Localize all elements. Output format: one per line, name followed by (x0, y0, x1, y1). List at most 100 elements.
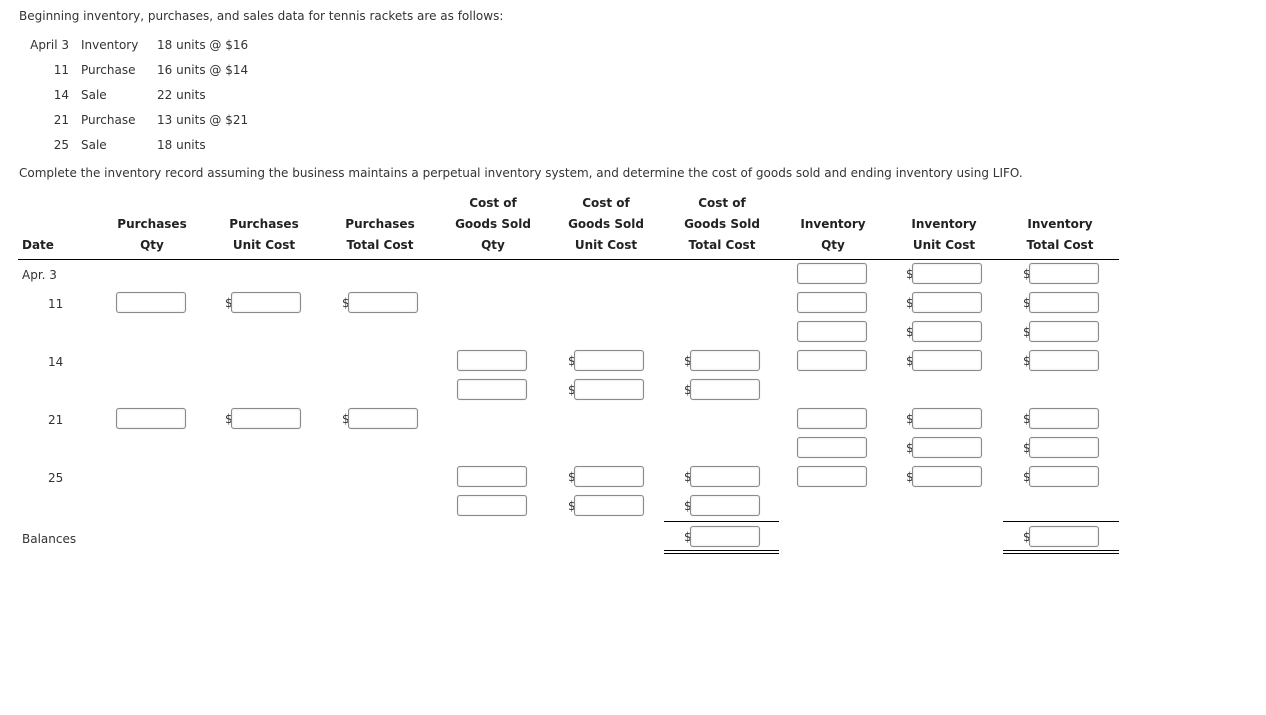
header-line: Total Cost (1026, 238, 1094, 252)
inventory-subtotal-rule (1003, 521, 1119, 522)
apr21-inventory-qty-input-2[interactable] (797, 437, 867, 458)
given-desc: 18 units @ $16 (157, 38, 249, 52)
apr11-inventory-unit-cost-input-2[interactable] (912, 321, 982, 342)
header-line: Cost of (698, 196, 746, 210)
header-line: Purchases (345, 217, 415, 231)
date-14: 14 (48, 355, 64, 369)
apr14-cogs-qty-input-1[interactable] (457, 350, 527, 371)
balance-cogs-total-input[interactable] (690, 526, 760, 547)
cogs-double-rule-bottom (664, 553, 779, 554)
given-type: Sale (81, 88, 107, 102)
apr3-inventory-unit-cost-input[interactable] (912, 263, 982, 284)
apr25-cogs-total-cost-input-2[interactable] (690, 495, 760, 516)
intro-text: Beginning inventory, purchases, and sale… (19, 9, 504, 23)
instruction-text: Complete the inventory record assuming t… (19, 166, 1023, 180)
header-line: Goods Sold (455, 217, 531, 231)
given-desc: 18 units (157, 138, 206, 152)
given-desc: 13 units @ $21 (157, 113, 249, 127)
date-11: 11 (48, 297, 64, 311)
apr21-inventory-total-cost-input-2[interactable] (1029, 437, 1099, 458)
inventory-double-rule-bottom (1003, 553, 1119, 554)
apr25-inventory-total-cost-input[interactable] (1029, 466, 1099, 487)
given-desc: 16 units @ $14 (157, 63, 249, 77)
apr21-inventory-total-cost-input-1[interactable] (1029, 408, 1099, 429)
apr21-inventory-unit-cost-input-2[interactable] (912, 437, 982, 458)
date-apr-3: Apr. 3 (22, 268, 57, 282)
apr25-cogs-unit-cost-input-1[interactable] (574, 466, 644, 487)
header-line: Unit Cost (912, 238, 976, 252)
header-line: Qty (481, 238, 505, 252)
header-line: Inventory (800, 217, 866, 231)
header-line: Goods Sold (684, 217, 760, 231)
header-line: Inventory (1027, 217, 1093, 231)
header-line: Qty (140, 238, 164, 252)
cogs-subtotal-rule (664, 521, 779, 522)
date-21: 21 (48, 413, 64, 427)
apr25-cogs-unit-cost-input-2[interactable] (574, 495, 644, 516)
header-cogs-total-cost: Cost of Goods Sold Total Cost (672, 193, 772, 256)
given-date: 11 (53, 63, 69, 77)
given-type: Sale (81, 138, 107, 152)
header-purchases-total-cost: Purchases Total Cost (330, 214, 430, 256)
header-line: Total Cost (346, 238, 414, 252)
apr11-inventory-qty-input-2[interactable] (797, 321, 867, 342)
apr21-inventory-qty-input-1[interactable] (797, 408, 867, 429)
balance-inventory-total-input[interactable] (1029, 526, 1099, 547)
apr14-inventory-total-cost-input[interactable] (1029, 350, 1099, 371)
header-line: Unit Cost (574, 238, 638, 252)
header-divider (18, 259, 1119, 260)
apr21-purchases-qty-input[interactable] (116, 408, 186, 429)
apr11-purchases-unit-cost-input[interactable] (231, 292, 301, 313)
apr3-inventory-qty-input[interactable] (797, 263, 867, 284)
apr25-inventory-unit-cost-input[interactable] (912, 466, 982, 487)
apr21-purchases-unit-cost-input[interactable] (231, 408, 301, 429)
apr25-cogs-qty-input-1[interactable] (457, 466, 527, 487)
apr14-cogs-total-cost-input-2[interactable] (690, 379, 760, 400)
given-type: Purchase (81, 113, 136, 127)
apr14-inventory-qty-input[interactable] (797, 350, 867, 371)
apr21-purchases-total-cost-input[interactable] (348, 408, 418, 429)
header-line: Total Cost (688, 238, 756, 252)
header-inventory-qty: Inventory Qty (783, 214, 883, 256)
apr21-inventory-unit-cost-input-1[interactable] (912, 408, 982, 429)
header-cogs-qty: Cost of Goods Sold Qty (443, 193, 543, 256)
header-line: Cost of (469, 196, 517, 210)
apr14-cogs-unit-cost-input-2[interactable] (574, 379, 644, 400)
given-date: 25 (53, 138, 69, 152)
header-line: Qty (821, 238, 845, 252)
apr25-inventory-qty-input[interactable] (797, 466, 867, 487)
header-inventory-unit-cost: Inventory Unit Cost (894, 214, 994, 256)
apr25-cogs-total-cost-input-1[interactable] (690, 466, 760, 487)
apr3-inventory-total-cost-input[interactable] (1029, 263, 1099, 284)
apr11-purchases-total-cost-input[interactable] (348, 292, 418, 313)
apr11-inventory-qty-input-1[interactable] (797, 292, 867, 313)
given-date: April 3 (30, 38, 69, 52)
apr14-cogs-qty-input-2[interactable] (457, 379, 527, 400)
apr11-inventory-total-cost-input-1[interactable] (1029, 292, 1099, 313)
apr11-purchases-qty-input[interactable] (116, 292, 186, 313)
header-line: Purchases (117, 217, 187, 231)
header-line: Purchases (229, 217, 299, 231)
date-25: 25 (48, 471, 64, 485)
header-line: Inventory (911, 217, 977, 231)
header-line: Goods Sold (568, 217, 644, 231)
apr14-inventory-unit-cost-input[interactable] (912, 350, 982, 371)
apr11-inventory-total-cost-input-2[interactable] (1029, 321, 1099, 342)
header-date: Date (22, 238, 54, 252)
apr14-cogs-total-cost-input-1[interactable] (690, 350, 760, 371)
given-type: Purchase (81, 63, 136, 77)
header-line: Unit Cost (232, 238, 296, 252)
given-desc: 22 units (157, 88, 206, 102)
balances-label: Balances (22, 532, 77, 546)
apr25-cogs-qty-input-2[interactable] (457, 495, 527, 516)
given-date: 14 (53, 88, 69, 102)
given-type: Inventory (81, 38, 139, 52)
apr14-cogs-unit-cost-input-1[interactable] (574, 350, 644, 371)
header-inventory-total-cost: Inventory Total Cost (1010, 214, 1110, 256)
given-date: 21 (53, 113, 69, 127)
header-cogs-unit-cost: Cost of Goods Sold Unit Cost (556, 193, 656, 256)
apr11-inventory-unit-cost-input-1[interactable] (912, 292, 982, 313)
header-purchases-unit-cost: Purchases Unit Cost (214, 214, 314, 256)
inventory-double-rule-top (1003, 550, 1119, 551)
header-line: Cost of (582, 196, 630, 210)
